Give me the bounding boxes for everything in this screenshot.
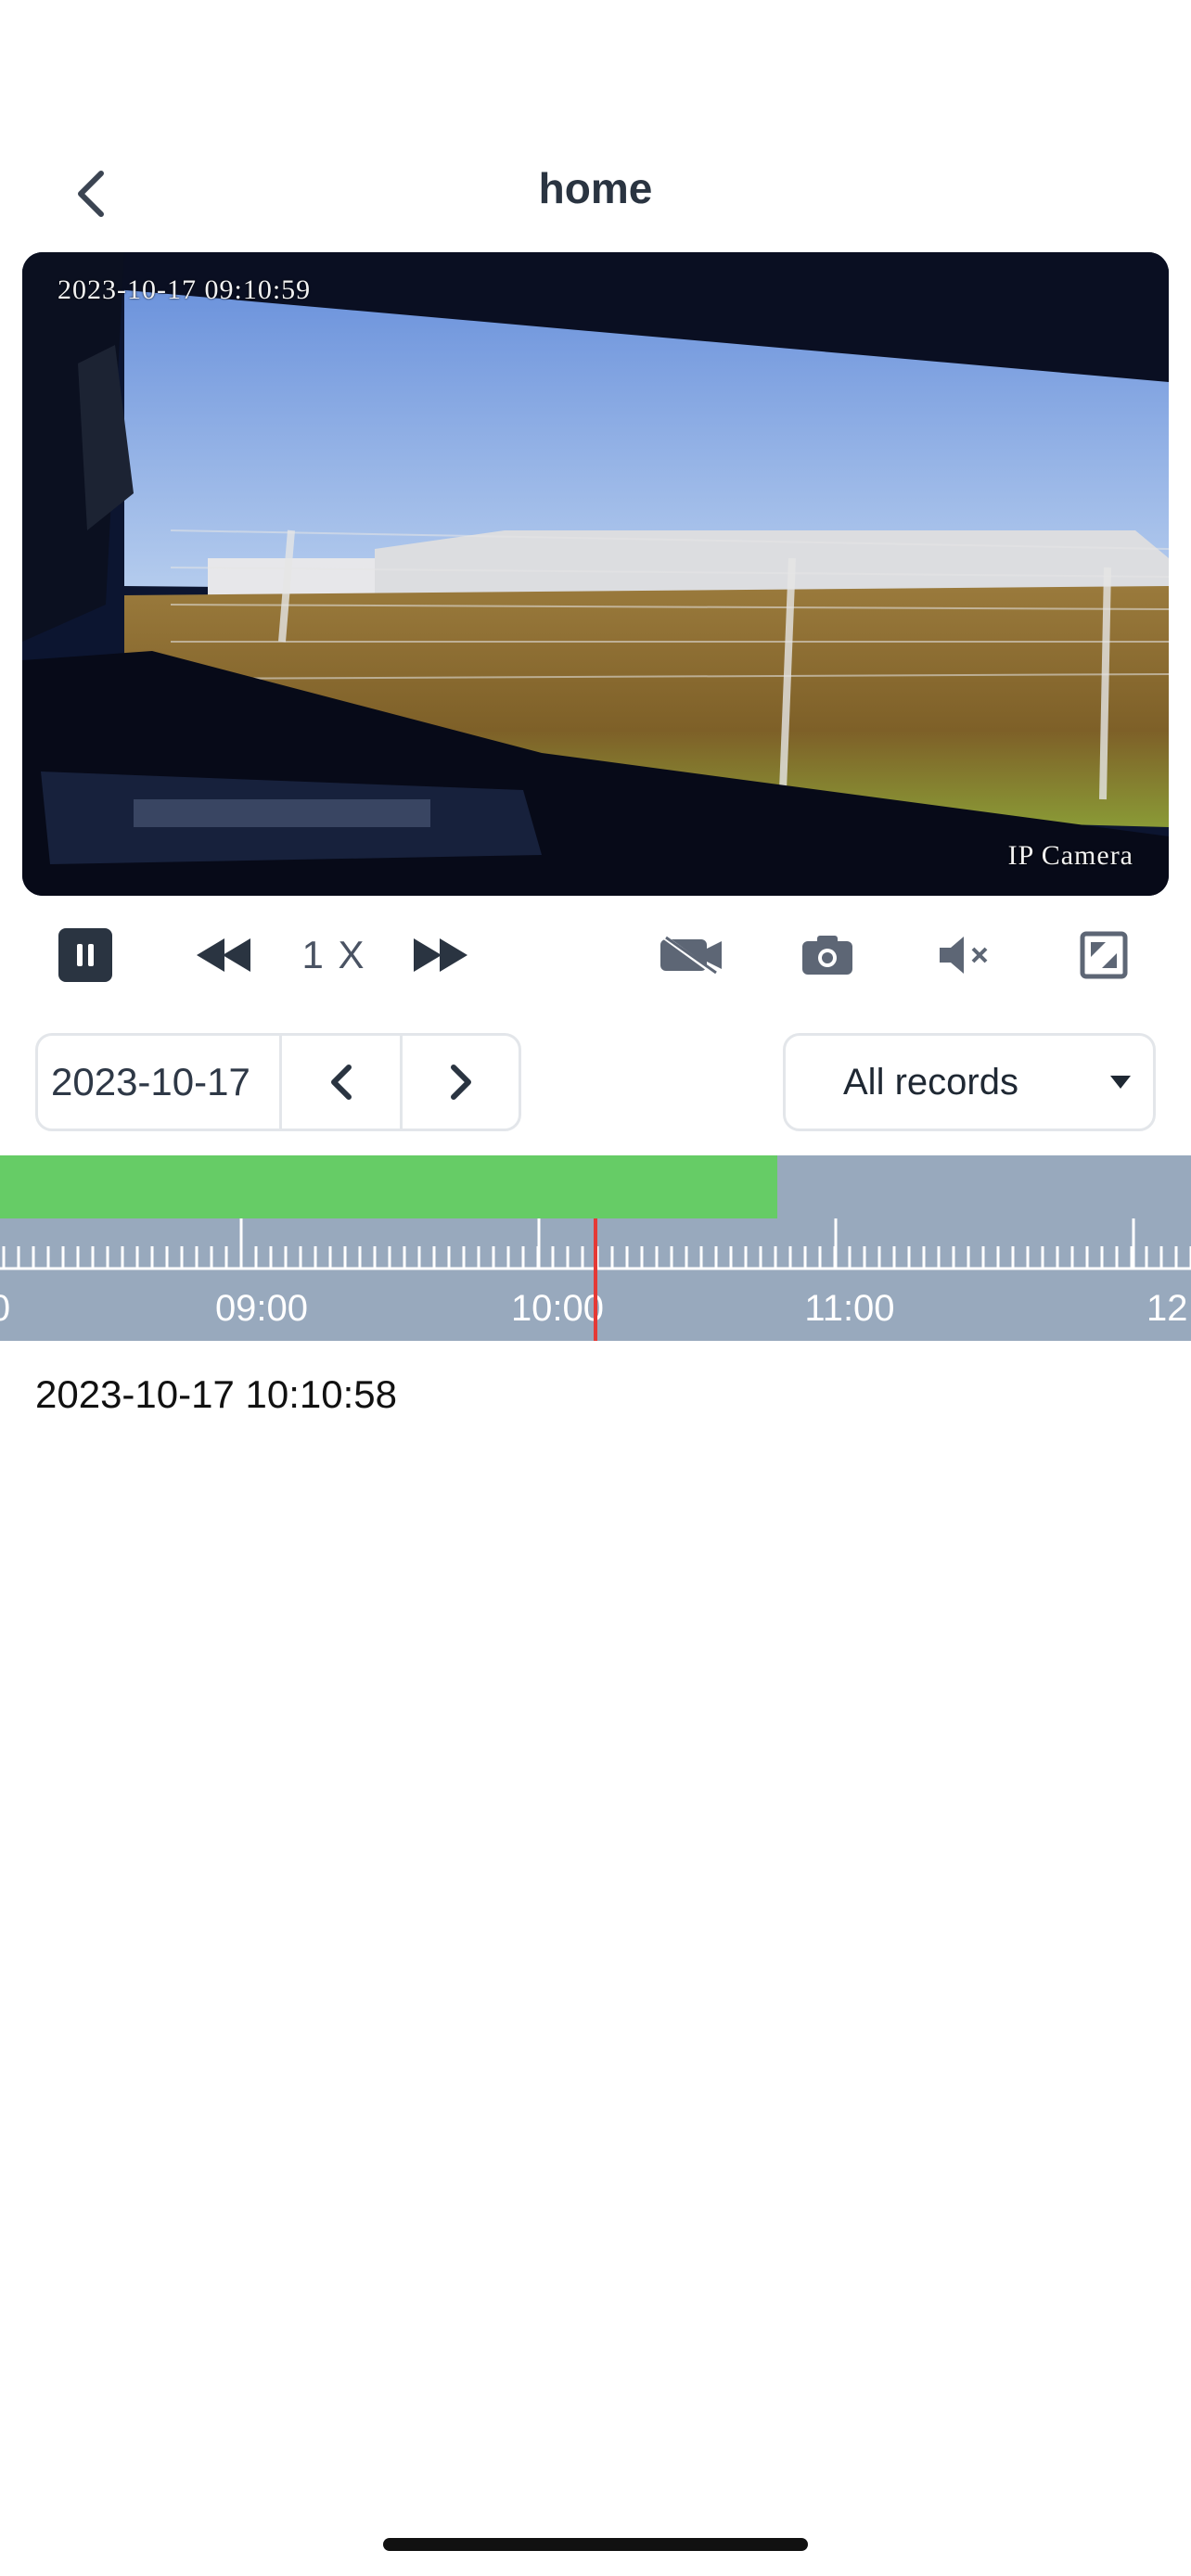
previous-day-button[interactable] (282, 1036, 400, 1129)
fullscreen-icon (1080, 931, 1128, 979)
next-day-button[interactable] (403, 1036, 519, 1129)
timeline-label: 10:00 (511, 1288, 604, 1329)
video-player[interactable]: 2023-10-17 09:10:59 IP Camera (22, 252, 1169, 896)
snapshot-button[interactable] (790, 918, 864, 992)
timeline-scrubber[interactable]: 0 09:00 10:00 11:00 12:00 (0, 1155, 1191, 1341)
camera-feed-image (22, 252, 1169, 896)
playback-screen: home 2023-10-17 09:10:59 IP Camera 1 X 2… (0, 0, 1191, 2576)
timeline-label: 12:00 (1146, 1288, 1191, 1329)
fast-forward-button[interactable] (404, 918, 479, 992)
video-timestamp-overlay: 2023-10-17 09:10:59 (58, 274, 312, 305)
mute-icon (940, 937, 988, 974)
rewind-button[interactable] (186, 918, 260, 992)
record-type-dropdown[interactable]: All records (783, 1033, 1156, 1131)
chevron-left-icon (330, 1065, 352, 1100)
pause-button[interactable] (48, 918, 122, 992)
fullscreen-button[interactable] (1067, 918, 1141, 992)
pause-icon (58, 928, 112, 982)
dropdown-selected-value: All records (843, 1062, 1018, 1103)
timeline-label: 11:00 (804, 1288, 894, 1329)
date-picker: 2023-10-17 (35, 1033, 521, 1131)
chevron-right-icon (450, 1065, 471, 1100)
playback-controls: 1 X (0, 918, 1191, 992)
page-title: home (538, 164, 653, 212)
current-playback-time: 2023-10-17 10:10:58 (35, 1372, 397, 1416)
recording-segment (0, 1155, 777, 1218)
mute-button[interactable] (928, 918, 1002, 992)
record-video-button[interactable] (649, 918, 733, 992)
camera-label-overlay: IP Camera (1007, 840, 1133, 871)
date-value[interactable]: 2023-10-17 (51, 1036, 250, 1129)
rewind-icon (197, 938, 250, 972)
timeline-label: 0 (0, 1288, 10, 1329)
playback-speed[interactable]: 1 X (289, 918, 378, 992)
timeline-ruler: 0 09:00 10:00 11:00 12:00 (0, 1155, 1191, 1341)
header: home (0, 139, 1191, 241)
timeline-label: 09:00 (215, 1288, 308, 1329)
camera-snapshot-icon (802, 936, 852, 975)
record-video-icon (660, 934, 722, 976)
caret-down-icon (1110, 1076, 1131, 1089)
home-indicator (383, 2538, 808, 2551)
fast-forward-icon (414, 938, 467, 972)
